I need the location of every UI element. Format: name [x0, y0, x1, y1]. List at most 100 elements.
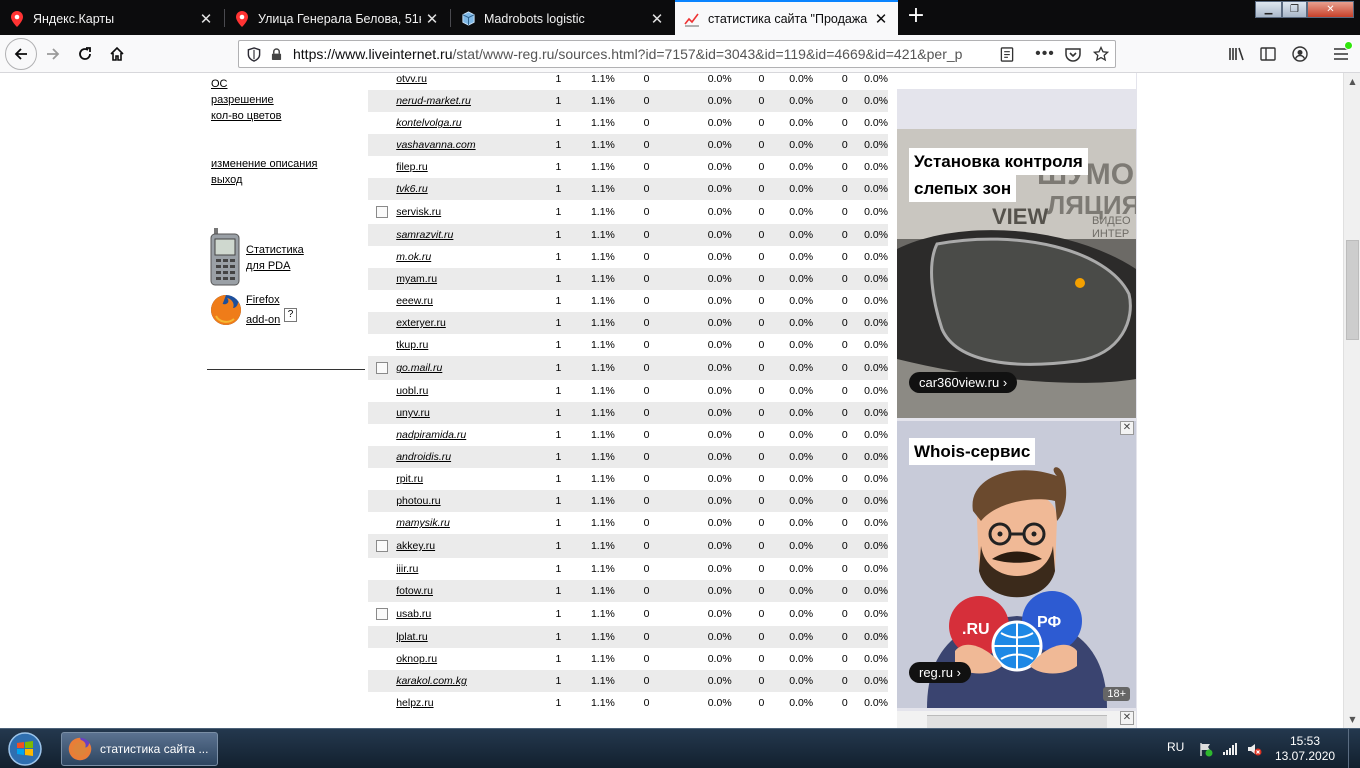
site-link[interactable]: photou.ru — [396, 495, 440, 507]
vertical-scrollbar[interactable]: ▲ ▼ — [1343, 73, 1360, 728]
site-link[interactable]: helpz.ru — [396, 697, 433, 709]
taskbar-firefox-window[interactable]: статистика сайта ... — [61, 732, 218, 766]
language-indicator[interactable]: RU — [1167, 740, 1184, 754]
tab-yandex-maps[interactable]: Яндекс.Карты ✕ — [0, 2, 223, 35]
bookmark-star-icon[interactable] — [1087, 46, 1115, 62]
clock[interactable]: 15:53 13.07.2020 — [1275, 734, 1335, 764]
link-firefox-addon-line2[interactable]: add-on — [246, 314, 280, 326]
scroll-up-icon[interactable]: ▲ — [1344, 73, 1360, 90]
page-actions-icon[interactable]: ••• — [1031, 45, 1059, 63]
site-link[interactable]: androidis.ru — [396, 451, 451, 463]
ad-domain-button[interactable]: reg.ru › — [909, 662, 971, 683]
site-link[interactable]: tkup.ru — [396, 339, 428, 351]
link-pda-stats-line2[interactable]: для PDA — [246, 260, 290, 272]
close-window-button[interactable]: ✕ — [1307, 1, 1354, 18]
link-firefox-addon-line1[interactable]: Firefox — [246, 294, 280, 306]
row-checkbox[interactable] — [376, 540, 389, 553]
close-tab-icon[interactable]: ✕ — [646, 10, 668, 28]
tracking-shield-icon[interactable] — [243, 46, 265, 62]
col4-count: 0 — [841, 206, 848, 218]
new-tab-button[interactable]: + — [903, 3, 929, 31]
site-link[interactable]: exteryer.ru — [396, 317, 446, 329]
url-text[interactable]: https://www.liveinternet.ru/stat/www-reg… — [287, 46, 993, 62]
restore-button[interactable]: ❐ — [1282, 1, 1307, 18]
start-button[interactable] — [5, 730, 45, 768]
link-resolution[interactable]: разрешение — [211, 94, 274, 106]
site-link[interactable]: oknop.ru — [396, 653, 437, 665]
close-tab-icon[interactable]: ✕ — [421, 10, 443, 28]
site-link[interactable]: nerud-market.ru — [396, 95, 471, 107]
visits-count: 1 — [555, 317, 562, 329]
ad-blind-spot[interactable]: ШУМО ЛЯЦИЯ VIEW ВИДЕО ИНТЕР Установка ко… — [897, 129, 1136, 418]
site-link[interactable]: akkey.ru — [396, 540, 435, 552]
back-button[interactable] — [5, 38, 37, 70]
link-color-depth[interactable]: кол-во цветов — [211, 110, 281, 122]
tab-madrobots[interactable]: Madrobots logistic ✕ — [451, 2, 674, 35]
site-link[interactable]: samrazvit.ru — [396, 229, 453, 241]
ad-close-icon[interactable]: ✕ — [1120, 421, 1134, 435]
clock-time: 15:53 — [1289, 734, 1321, 748]
home-button[interactable] — [102, 39, 132, 69]
site-link[interactable]: go.mail.ru — [396, 362, 442, 374]
site-link[interactable]: lplat.ru — [396, 631, 428, 643]
scroll-down-icon[interactable]: ▼ — [1344, 711, 1360, 728]
site-link[interactable]: tvk6.ru — [396, 183, 428, 195]
site-link[interactable]: servisk.ru — [396, 206, 441, 218]
menu-button[interactable] — [1326, 39, 1356, 69]
tab-statistics[interactable]: статистика сайта "Продажа до ✕ — [675, 0, 898, 35]
sidebar-button[interactable] — [1253, 39, 1283, 69]
site-link[interactable]: myam.ru — [396, 273, 437, 285]
volume-muted-icon[interactable] — [1246, 741, 1262, 757]
ad-whois[interactable]: .RU РФ Whois-сервис reg.ru › 18+ — [897, 421, 1136, 708]
forward-button[interactable] — [38, 39, 68, 69]
site-link[interactable]: usab.ru — [396, 608, 431, 620]
action-center-flag-icon[interactable] — [1198, 741, 1214, 757]
link-logout[interactable]: выход — [211, 174, 242, 186]
site-link[interactable]: karakol.com.kg — [396, 675, 467, 687]
visits-count: 1 — [555, 653, 562, 665]
ad-close-icon[interactable]: ✕ — [1120, 711, 1134, 725]
ad-domain-button[interactable]: car360view.ru › — [909, 372, 1018, 393]
visits-percent: 1.1% — [590, 295, 615, 307]
tab-street[interactable]: Улица Генерала Белова, 51к1 ✕ — [225, 2, 449, 35]
col2-percent: 0.0% — [707, 563, 732, 575]
help-icon[interactable]: ? — [284, 308, 297, 322]
col3-percent: 0.0% — [789, 495, 814, 507]
row-checkbox[interactable] — [376, 206, 389, 219]
site-link[interactable]: fotow.ru — [396, 585, 433, 597]
lock-icon[interactable] — [265, 47, 287, 61]
site-link[interactable]: mamysik.ru — [396, 517, 450, 529]
ad-bottom[interactable] — [897, 711, 1136, 728]
site-link[interactable]: eeew.ru — [396, 295, 433, 307]
site-link[interactable]: iiir.ru — [396, 563, 418, 575]
site-link[interactable]: m.ok.ru — [396, 251, 431, 263]
link-edit-description[interactable]: изменение описания — [211, 158, 317, 170]
reload-button[interactable] — [70, 39, 100, 69]
reader-view-icon[interactable] — [993, 46, 1021, 62]
site-link[interactable]: nadpiramida.ru — [396, 429, 466, 441]
row-checkbox[interactable] — [376, 362, 389, 375]
row-checkbox-cell — [368, 670, 396, 692]
close-tab-icon[interactable]: ✕ — [195, 10, 217, 28]
show-desktop-button[interactable] — [1348, 729, 1360, 768]
site-link[interactable]: kontelvolga.ru — [396, 117, 461, 129]
visits-percent: 1.1% — [590, 675, 615, 687]
minimize-button[interactable]: ▁ — [1255, 1, 1282, 18]
row-checkbox[interactable] — [376, 608, 389, 621]
site-link[interactable]: filep.ru — [396, 161, 428, 173]
address-bar[interactable]: https://www.liveinternet.ru/stat/www-reg… — [238, 40, 1116, 68]
link-os[interactable]: ОС — [211, 78, 228, 90]
site-link[interactable]: unyv.ru — [396, 407, 430, 419]
network-signal-icon[interactable] — [1222, 741, 1238, 757]
link-pda-stats-line1[interactable]: Статистика — [246, 244, 304, 256]
close-tab-icon[interactable]: ✕ — [870, 10, 892, 28]
pocket-icon[interactable] — [1059, 47, 1087, 62]
site-link[interactable]: rpit.ru — [396, 473, 423, 485]
site-link[interactable]: uobl.ru — [396, 385, 428, 397]
scroll-thumb[interactable] — [1346, 240, 1359, 340]
library-button[interactable] — [1222, 39, 1252, 69]
site-link[interactable]: vashavanna.com — [396, 139, 475, 151]
visits-percent: 1.1% — [590, 697, 615, 709]
account-button[interactable] — [1285, 39, 1315, 69]
site-link[interactable]: otvv.ru — [396, 73, 427, 85]
